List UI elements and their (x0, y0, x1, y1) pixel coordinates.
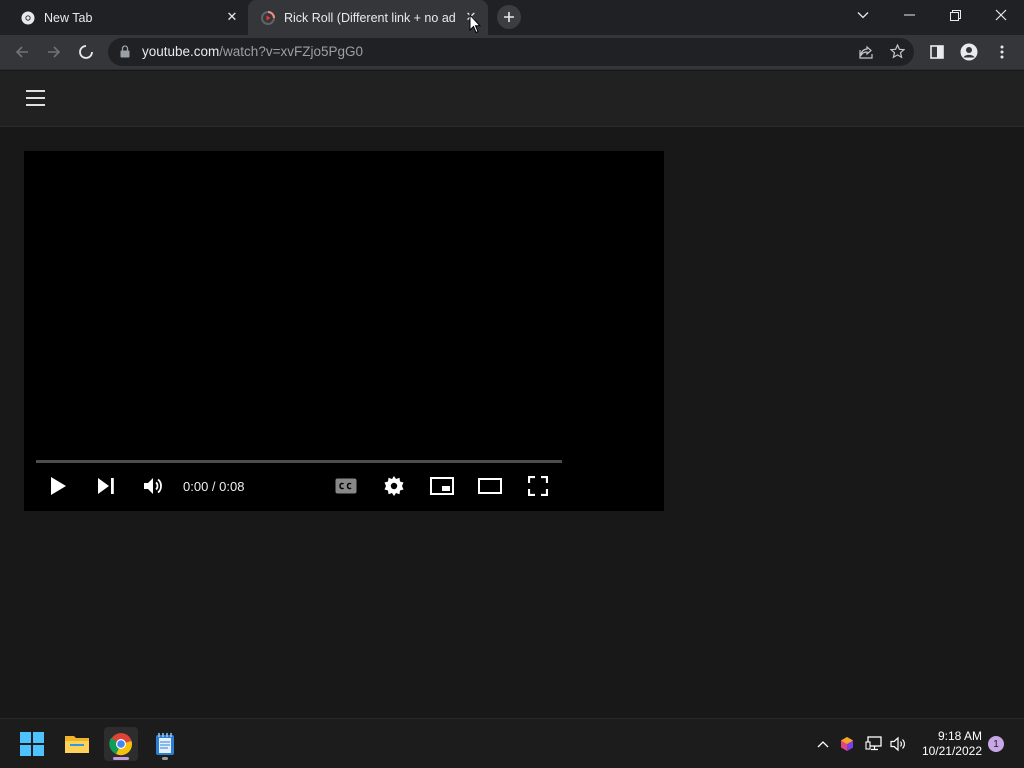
clock-date: 10/21/2022 (921, 744, 982, 758)
kebab-menu-icon (1000, 45, 1004, 59)
loading-spinner-icon (79, 45, 93, 59)
stop-loading-button[interactable] (73, 39, 99, 65)
theater-mode-icon (478, 478, 502, 494)
youtube-masthead (0, 71, 1024, 127)
mouse-cursor-icon (469, 14, 481, 34)
theater-mode-button[interactable] (472, 473, 508, 499)
notepad-icon (156, 733, 174, 755)
tab-strip: New Tab ✕ Rick Roll (Different link + no… (0, 0, 1024, 35)
url-path: /watch?v=xvFZjo5PgG0 (219, 44, 363, 59)
chrome-icon (109, 733, 132, 756)
play-button[interactable] (40, 473, 76, 499)
close-icon (995, 9, 1007, 21)
start-button[interactable] (15, 727, 49, 761)
time-display: 0:00 / 0:08 (183, 479, 244, 494)
subtitles-button[interactable] (328, 473, 364, 499)
new-tab-button[interactable] (497, 5, 521, 29)
minimize-icon (903, 14, 915, 16)
notification-badge[interactable]: 1 (988, 736, 1004, 752)
mute-button[interactable] (135, 473, 171, 499)
progress-bar[interactable] (36, 460, 562, 463)
close-window-button[interactable] (978, 0, 1024, 30)
browser-toolbar: youtube.com/watch?v=xvFZjo5PgG0 (0, 35, 1024, 70)
plus-icon (504, 12, 514, 22)
profile-button[interactable] (956, 39, 982, 65)
folder-icon (65, 736, 89, 753)
chevron-down-icon (857, 12, 869, 19)
side-panel-icon (930, 45, 944, 59)
tab-title: New Tab (44, 10, 93, 25)
video-player[interactable]: 0:00 / 0:08 (24, 151, 664, 511)
restore-icon (949, 9, 961, 21)
skip-next-icon (98, 478, 114, 494)
time-separator: / (208, 479, 220, 494)
volume-icon (144, 478, 162, 494)
youtube-loading-icon (260, 10, 276, 26)
tab-rick-roll[interactable]: Rick Roll (Different link + no ads) ✕ (248, 0, 488, 35)
fullscreen-icon (528, 476, 548, 496)
chevron-up-icon (817, 741, 829, 748)
network-icon (865, 736, 882, 751)
time-total: 0:08 (219, 479, 245, 494)
profile-icon (960, 43, 978, 61)
miniplayer-button[interactable] (424, 473, 460, 499)
file-explorer-button[interactable] (60, 727, 94, 761)
active-app-indicator (113, 757, 129, 760)
miniplayer-icon (430, 477, 454, 495)
restore-button[interactable] (932, 0, 978, 30)
side-panel-button[interactable] (924, 39, 950, 65)
share-icon[interactable] (858, 44, 874, 65)
url-text: youtube.com/watch?v=xvFZjo5PgG0 (142, 44, 363, 59)
next-button[interactable] (88, 473, 124, 499)
menu-button[interactable] (989, 39, 1015, 65)
speaker-icon (890, 736, 905, 752)
bookmark-star-icon[interactable] (889, 43, 906, 64)
hamburger-menu-icon[interactable] (26, 90, 46, 106)
tab-search-button[interactable] (840, 0, 886, 30)
closed-captions-icon (335, 478, 357, 494)
close-tab-icon[interactable]: ✕ (224, 9, 240, 25)
network-button[interactable] (864, 734, 884, 754)
forward-button[interactable] (41, 39, 67, 65)
volume-tray-button[interactable] (889, 734, 909, 754)
tray-app-button[interactable] (837, 734, 857, 754)
lock-icon[interactable] (120, 45, 130, 63)
arrow-left-icon (15, 46, 28, 58)
settings-button[interactable] (376, 473, 412, 499)
chrome-taskbar-button[interactable] (104, 727, 138, 761)
tab-title: Rick Roll (Different link + no ads) (284, 10, 456, 25)
notepad-taskbar-button[interactable] (148, 727, 182, 761)
time-current: 0:00 (183, 479, 209, 494)
play-icon (51, 477, 66, 495)
url-host: youtube.com (142, 44, 220, 59)
chrome-icon (20, 10, 36, 26)
clock-time: 9:18 AM (937, 729, 982, 743)
address-bar[interactable]: youtube.com/watch?v=xvFZjo5PgG0 (108, 38, 914, 66)
taskbar: 9:18 AM 10/21/2022 1 (0, 718, 1024, 768)
windows-logo-icon (20, 732, 44, 756)
minimize-button[interactable] (886, 0, 932, 30)
gear-icon (384, 476, 404, 496)
tab-new-tab[interactable]: New Tab ✕ (0, 0, 246, 35)
back-button[interactable] (9, 39, 35, 65)
fullscreen-button[interactable] (520, 473, 556, 499)
system-clock[interactable]: 9:18 AM 10/21/2022 (916, 729, 982, 759)
arrow-right-icon (48, 46, 61, 58)
colorful-cube-icon (841, 737, 853, 751)
running-app-indicator (162, 757, 168, 760)
show-hidden-icons-button[interactable] (813, 734, 833, 754)
